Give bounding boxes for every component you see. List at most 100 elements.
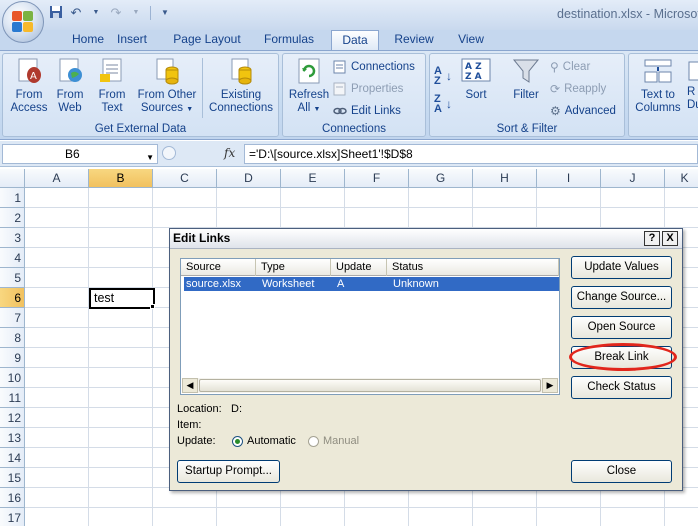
row-header-14[interactable]: 14: [0, 448, 25, 468]
check-status-button[interactable]: Check Status: [571, 376, 672, 399]
row-header-13[interactable]: 13: [0, 428, 25, 448]
group-divider: [202, 58, 203, 118]
help-button[interactable]: ?: [644, 231, 660, 246]
row-header-5[interactable]: 5: [0, 268, 25, 288]
column-header-c[interactable]: C: [153, 169, 217, 188]
save-icon[interactable]: [48, 5, 64, 21]
group-sort-filter: AZ ↓ ZA ↓ A ZZ A Sort Filter ⚲ Clear ⟳ R…: [429, 53, 625, 137]
filter-button[interactable]: Filter: [508, 56, 544, 102]
radio-unchecked-icon: [308, 435, 319, 447]
insert-function-icon[interactable]: fx: [224, 146, 235, 160]
from-access-button[interactable]: A From Access: [7, 56, 51, 115]
from-other-sources-button[interactable]: From Other Sources ▼: [134, 56, 200, 116]
dropdown-arrow-icon: ▼: [313, 106, 321, 113]
links-list[interactable]: Source Type Update Status source.xlsx Wo…: [180, 258, 560, 395]
existing-connections-button[interactable]: Existing Connections: [206, 56, 276, 115]
update-values-button[interactable]: Update Values: [571, 256, 672, 279]
connections-button[interactable]: Connections: [333, 60, 415, 74]
text-to-columns-button[interactable]: Text to Columns: [633, 56, 683, 115]
row-header-15[interactable]: 15: [0, 468, 25, 488]
column-header-d[interactable]: D: [217, 169, 281, 188]
redo-icon[interactable]: ↷: [108, 5, 124, 21]
manual-radio[interactable]: Manual: [308, 435, 359, 447]
redo-dropdown-icon[interactable]: ▼: [128, 5, 144, 21]
refresh-all-button[interactable]: Refresh All ▼: [287, 56, 331, 116]
sort-z-a-button[interactable]: ZA ↓: [434, 94, 452, 115]
window-title: destination.xlsx - Microsoft: [557, 7, 698, 21]
row-header-12[interactable]: 12: [0, 408, 25, 428]
edit-links-dialog: Edit Links ? X Source Type Update Status…: [169, 228, 683, 491]
undo-icon[interactable]: ↶: [68, 5, 84, 21]
row-header-3[interactable]: 3: [0, 228, 25, 248]
tab-view[interactable]: View: [450, 30, 492, 50]
sort-a-z-button[interactable]: AZ ↓: [434, 65, 452, 87]
funnel-icon: [511, 56, 541, 86]
fill-handle[interactable]: [150, 304, 155, 309]
properties-button[interactable]: Properties: [333, 82, 403, 96]
row-header-8[interactable]: 8: [0, 328, 25, 348]
remove-duplicates-button[interactable]: R Du: [687, 56, 698, 112]
row-header-9[interactable]: 9: [0, 348, 25, 368]
tab-insert[interactable]: Insert: [110, 30, 154, 50]
row-header-10[interactable]: 10: [0, 368, 25, 388]
row-header-6[interactable]: 6: [0, 288, 25, 308]
horizontal-scrollbar[interactable]: ◀ ▶: [182, 378, 558, 393]
formula-input[interactable]: ='D:\[source.xlsx]Sheet1'!$D$8: [244, 144, 698, 164]
tab-formulas[interactable]: Formulas: [258, 30, 320, 50]
startup-prompt-button[interactable]: Startup Prompt...: [177, 460, 280, 483]
location-value: D:: [231, 403, 242, 415]
column-header-e[interactable]: E: [281, 169, 345, 188]
office-button[interactable]: [2, 1, 44, 43]
column-header-a[interactable]: A: [25, 169, 89, 188]
col-header-type[interactable]: Type: [256, 259, 331, 276]
sort-button[interactable]: A ZZ A Sort: [460, 56, 492, 102]
sort-ascending-icon: AZ: [434, 65, 442, 87]
formula-bar: B6 ▼ fx ='D:\[source.xlsx]Sheet1'!$D$8: [0, 141, 698, 167]
break-link-button[interactable]: Break Link: [571, 346, 672, 369]
column-header-j[interactable]: J: [601, 169, 665, 188]
row-header-7[interactable]: 7: [0, 308, 25, 328]
column-header-h[interactable]: H: [473, 169, 537, 188]
clear-button[interactable]: ⚲ Clear: [550, 60, 590, 74]
column-header-i[interactable]: I: [537, 169, 601, 188]
customize-qat-icon[interactable]: ▼: [157, 5, 173, 21]
close-button[interactable]: Close: [571, 460, 672, 483]
from-text-button[interactable]: From Text: [94, 56, 130, 115]
column-header-g[interactable]: G: [409, 169, 473, 188]
select-all-corner[interactable]: [0, 169, 25, 188]
tab-review[interactable]: Review: [390, 30, 438, 50]
advanced-filter-icon: ⚙: [550, 104, 561, 118]
reapply-button[interactable]: ⟳ Reapply: [550, 82, 606, 96]
row-header-17[interactable]: 17: [0, 508, 25, 526]
col-header-update[interactable]: Update: [331, 259, 387, 276]
scroll-left-icon[interactable]: ◀: [182, 378, 198, 393]
from-web-button[interactable]: From Web: [52, 56, 88, 115]
dialog-close-x-button[interactable]: X: [662, 231, 678, 246]
change-source-button[interactable]: Change Source...: [571, 286, 672, 309]
row-header-4[interactable]: 4: [0, 248, 25, 268]
advanced-button[interactable]: ⚙ Advanced: [550, 104, 616, 118]
list-item[interactable]: source.xlsx Worksheet A Unknown: [184, 277, 559, 291]
scroll-right-icon[interactable]: ▶: [542, 378, 558, 393]
column-header-f[interactable]: F: [345, 169, 409, 188]
down-arrow-icon: ↓: [445, 69, 452, 83]
location-label: Location:: [177, 403, 222, 415]
edit-links-button[interactable]: Edit Links: [333, 104, 401, 118]
undo-dropdown-icon[interactable]: ▼: [88, 5, 104, 21]
row-header-11[interactable]: 11: [0, 388, 25, 408]
col-header-status[interactable]: Status: [387, 259, 559, 276]
name-box-dropdown-icon[interactable]: ▼: [146, 149, 154, 167]
row-header-16[interactable]: 16: [0, 488, 25, 508]
cell-b6[interactable]: test: [89, 288, 155, 309]
tab-data[interactable]: Data: [331, 30, 379, 50]
column-header-b[interactable]: B: [89, 169, 153, 188]
name-box[interactable]: B6 ▼: [2, 144, 158, 164]
row-header-1[interactable]: 1: [0, 188, 25, 208]
automatic-radio[interactable]: Automatic: [232, 435, 296, 447]
open-source-button[interactable]: Open Source: [571, 316, 672, 339]
tab-page-layout[interactable]: Page Layout: [170, 30, 244, 50]
scroll-thumb[interactable]: [199, 379, 541, 392]
row-header-2[interactable]: 2: [0, 208, 25, 228]
column-header-k[interactable]: K: [665, 169, 698, 188]
col-header-source[interactable]: Source: [181, 259, 256, 276]
